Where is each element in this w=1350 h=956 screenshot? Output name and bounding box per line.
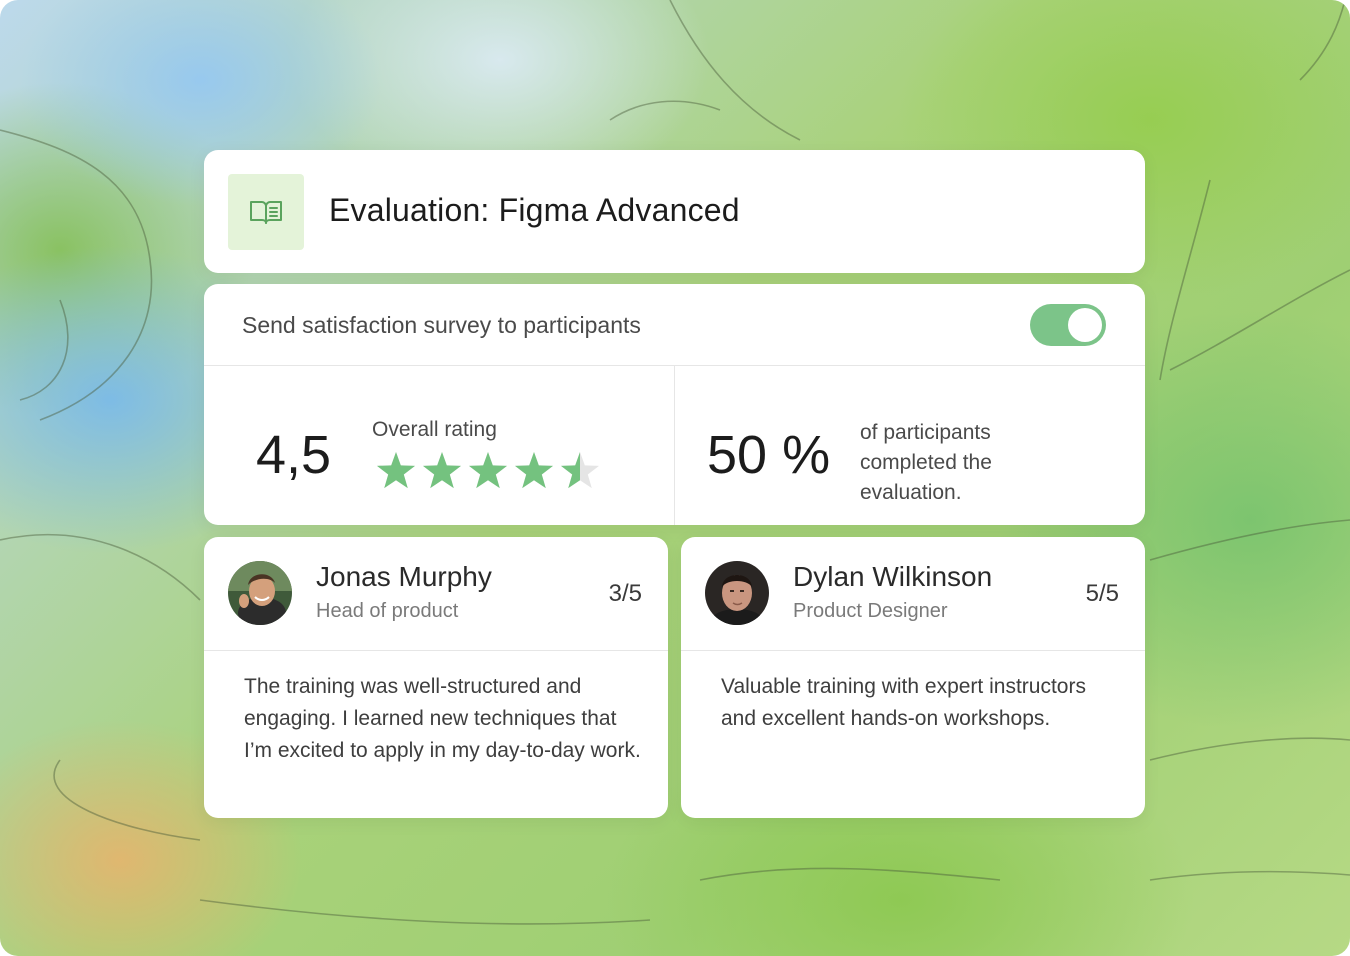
survey-toggle-switch[interactable]: [1030, 304, 1106, 346]
toggle-knob: [1068, 308, 1102, 342]
reviewer-score: 3/5: [608, 580, 642, 607]
evaluation-title: Evaluation: Figma Advanced: [329, 192, 740, 228]
review-card: Dylan Wilkinson Product Designer 5/5 Val…: [681, 537, 1145, 818]
star-filled-icon: [468, 452, 508, 489]
review-text: The training was well-structured and eng…: [244, 675, 641, 762]
reviewer-score: 5/5: [1085, 580, 1119, 607]
reviewer-name: Jonas Murphy: [316, 561, 492, 592]
review-card: Jonas Murphy Head of product 3/5 The tra…: [204, 537, 668, 818]
survey-stats-card: Send satisfaction survey to participants…: [204, 284, 1145, 525]
star-filled-icon: [376, 452, 416, 489]
overall-rating-value: 4,5: [256, 425, 332, 485]
evaluation-title-card: Evaluation: Figma Advanced: [204, 150, 1145, 273]
review-header: Jonas Murphy Head of product 3/5: [204, 537, 668, 651]
avatar: [705, 561, 769, 625]
reviewer-name: Dylan Wilkinson: [793, 561, 993, 592]
completion-description: of participants completed the evaluation…: [860, 421, 992, 504]
open-book-icon: [228, 174, 304, 250]
survey-toggle-label: Send satisfaction survey to participants: [242, 312, 641, 338]
review-text: Valuable training with expert instructor…: [721, 675, 1086, 730]
reviewer-role: Product Designer: [793, 600, 948, 622]
star-filled-icon: [422, 452, 462, 489]
stats-divider: [674, 366, 675, 525]
rating-stars: [376, 452, 600, 489]
star-filled-icon: [514, 452, 554, 489]
reviewer-role: Head of product: [316, 600, 459, 622]
overall-rating-label: Overall rating: [372, 418, 497, 441]
avatar: [228, 561, 292, 625]
review-header: Dylan Wilkinson Product Designer 5/5: [681, 537, 1145, 651]
completion-percentage: 50 %: [707, 425, 831, 485]
survey-toggle-row: Send satisfaction survey to participants: [204, 284, 1145, 366]
